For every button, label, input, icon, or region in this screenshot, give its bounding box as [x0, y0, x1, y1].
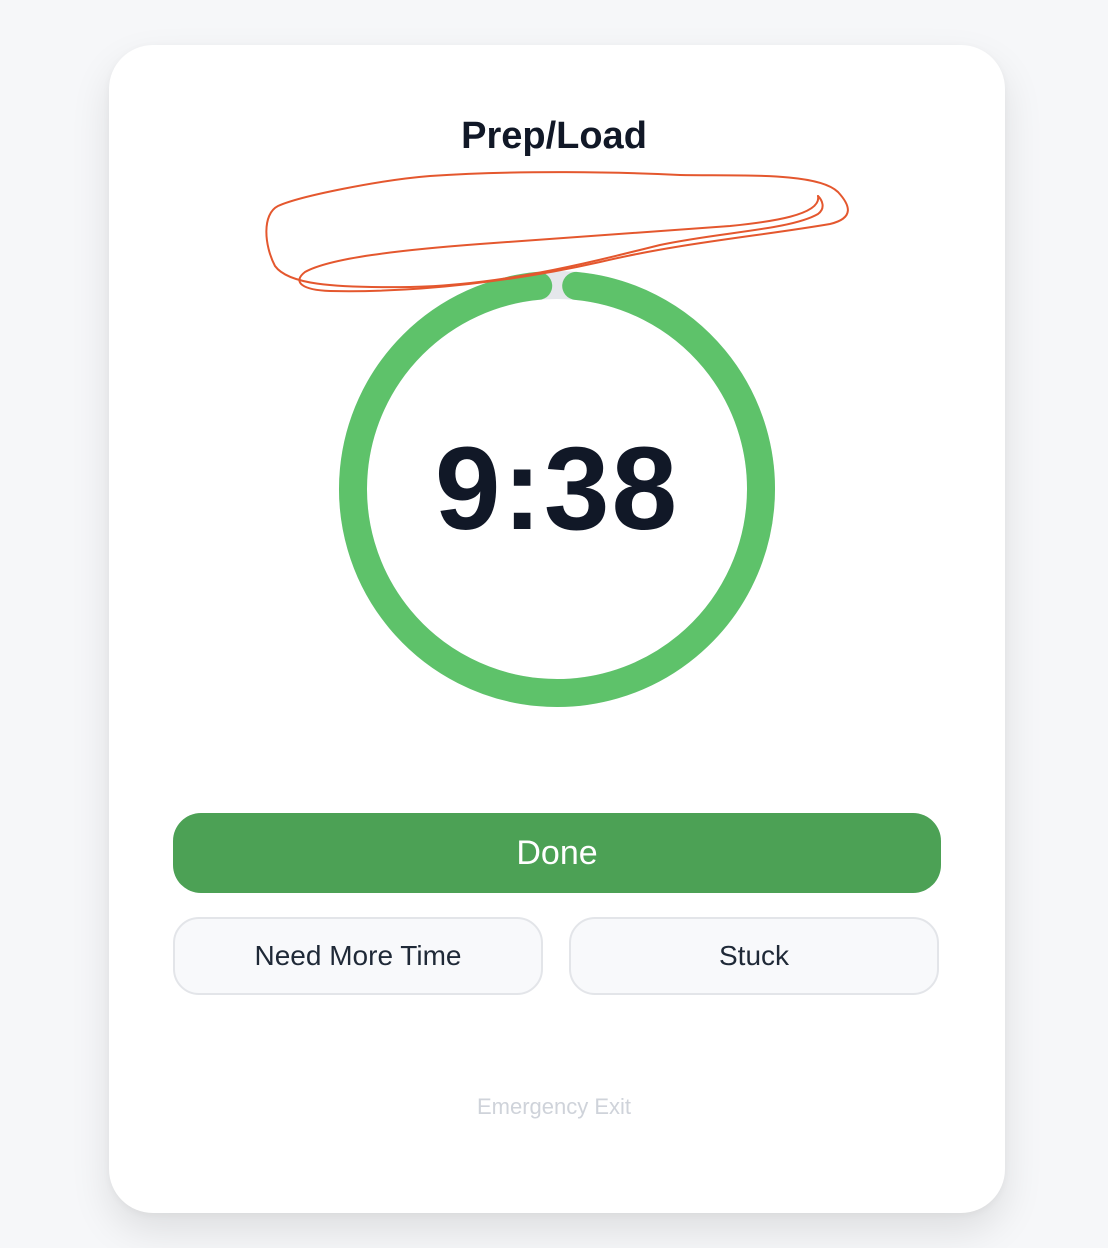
task-title: Prep/Load	[461, 115, 647, 157]
emergency-exit-link[interactable]: Emergency Exit	[0, 1094, 1108, 1120]
need-more-time-button[interactable]: Need More Time	[173, 917, 543, 995]
stuck-button[interactable]: Stuck	[569, 917, 939, 995]
done-button[interactable]: Done	[173, 813, 941, 893]
timer-countdown: 9:38	[434, 423, 680, 555]
